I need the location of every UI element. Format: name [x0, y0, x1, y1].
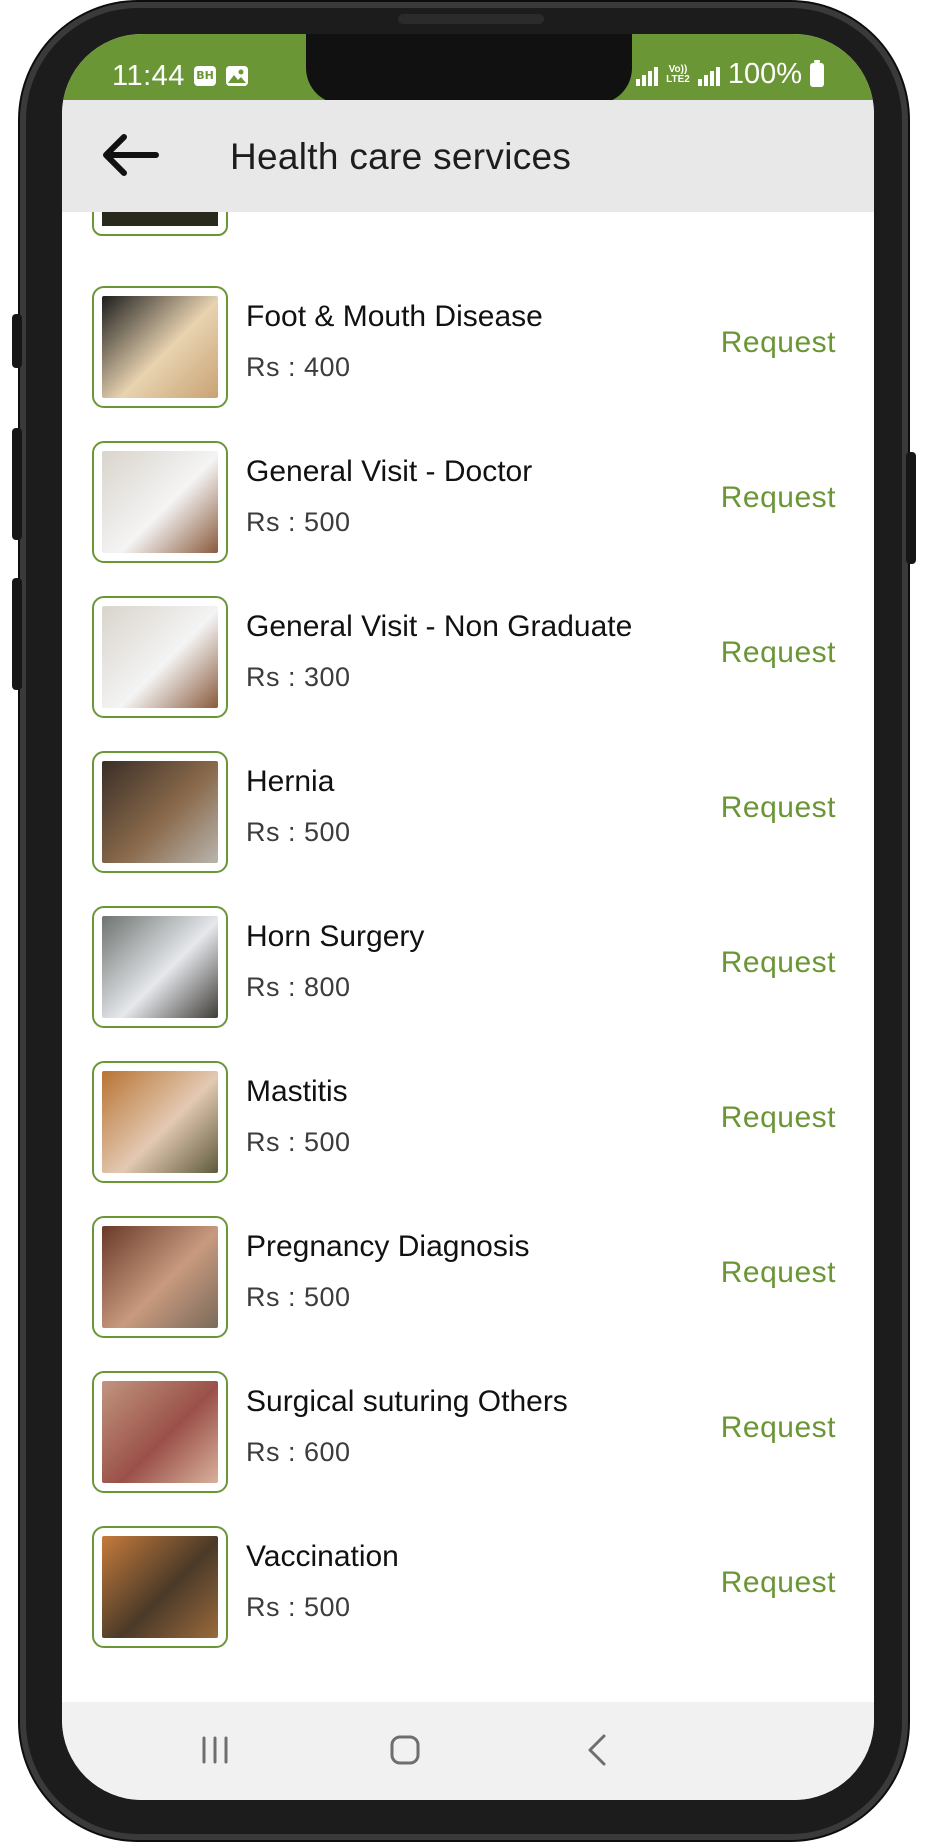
home-icon[interactable] — [370, 1726, 440, 1774]
service-price: Rs : 500 — [246, 1282, 351, 1312]
phone-side-button — [12, 428, 22, 540]
bh-badge-icon: BH — [194, 66, 216, 86]
lte-label: LTE2 — [666, 73, 690, 85]
service-name: Hernia — [246, 765, 335, 798]
request-button[interactable]: Request — [721, 636, 836, 670]
service-price: Rs : 500 — [246, 817, 351, 847]
request-button[interactable]: Request — [721, 1101, 836, 1135]
request-button[interactable]: Request — [721, 791, 836, 825]
service-row: Foot & Mouth Disease Rs : 400 Request — [62, 286, 874, 440]
service-thumbnail — [92, 441, 228, 563]
service-thumbnail — [92, 596, 228, 718]
service-row: Mastitis Rs : 500 Request — [62, 1061, 874, 1215]
page-title: Health care services — [230, 136, 572, 177]
request-button[interactable]: Request — [721, 481, 836, 515]
service-row: General Visit - Non Graduate Rs : 300 Requ… — [62, 596, 874, 750]
screen: 11:44 BH Vo)) LTE2 100% Health care serv… — [62, 34, 874, 1800]
service-name: General Visit - Doctor — [246, 455, 533, 488]
phone-side-button — [12, 578, 22, 690]
volte-label: Vo)) — [668, 63, 688, 75]
service-row: General Visit - Doctor Rs : 500 Request — [62, 441, 874, 595]
app-bar: Health care services — [62, 100, 874, 212]
service-name: Foot & Mouth Disease — [246, 300, 543, 333]
service-thumbnail — [92, 751, 228, 873]
back-chevron-icon[interactable] — [562, 1726, 632, 1774]
request-button[interactable]: Request — [721, 1256, 836, 1290]
service-price: Rs : 500 — [246, 1592, 351, 1622]
service-thumbnail — [92, 1061, 228, 1183]
service-row: Surgical suturing Others Rs : 600 Request — [62, 1371, 874, 1525]
service-thumbnail — [92, 1371, 228, 1493]
service-name: Mastitis — [246, 1075, 348, 1108]
service-row: Hernia Rs : 500 Request — [62, 751, 874, 905]
phone-speaker — [398, 14, 544, 24]
service-price: Rs : 300 — [246, 662, 351, 692]
service-row: Vaccination Rs : 500 Request — [62, 1526, 874, 1680]
recents-icon[interactable] — [180, 1726, 250, 1774]
service-thumbnail — [92, 1216, 228, 1338]
request-button[interactable]: Request — [721, 946, 836, 980]
signal-icon — [697, 64, 720, 86]
request-button[interactable]: Request — [721, 1566, 836, 1600]
status-right: Vo)) LTE2 100% — [636, 58, 824, 90]
request-button[interactable]: Request — [721, 1411, 836, 1445]
service-thumbnail — [92, 906, 228, 1028]
gallery-icon — [226, 66, 248, 86]
camera-notch — [306, 34, 632, 104]
navigation-bar — [62, 1702, 874, 1800]
service-row: Pregnancy Diagnosis Rs : 500 Request — [62, 1216, 874, 1370]
service-name: Pregnancy Diagnosis — [246, 1230, 530, 1263]
status-time: 11:44 — [112, 60, 185, 92]
service-name: Vaccination — [246, 1540, 399, 1573]
service-price: Rs : 600 — [246, 1437, 351, 1467]
signal-icon — [636, 64, 659, 86]
service-name: Surgical suturing Others — [246, 1385, 568, 1418]
service-list[interactable]: Foot & Mouth Disease Rs : 400 Request Gener… — [62, 212, 874, 1702]
service-thumbnail — [92, 1526, 228, 1648]
phone-side-button — [906, 452, 916, 564]
service-price: Rs : 400 — [246, 352, 351, 382]
battery-icon — [810, 59, 824, 87]
battery-percentage: 100% — [727, 58, 802, 90]
service-name: Horn Surgery — [246, 920, 425, 953]
phone-side-button — [12, 314, 22, 368]
service-price: Rs : 800 — [246, 972, 351, 1002]
service-thumbnail — [92, 212, 228, 236]
request-button[interactable]: Request — [721, 326, 836, 360]
volte-icon: Vo)) LTE2 — [666, 63, 690, 85]
back-arrow-icon[interactable] — [98, 130, 160, 180]
service-price: Rs : 500 — [246, 507, 351, 537]
service-price: Rs : 500 — [246, 1127, 351, 1157]
service-thumbnail — [92, 286, 228, 408]
service-row: Horn Surgery Rs : 800 Request — [62, 906, 874, 1060]
service-name: General Visit - Non Graduate — [246, 610, 633, 643]
